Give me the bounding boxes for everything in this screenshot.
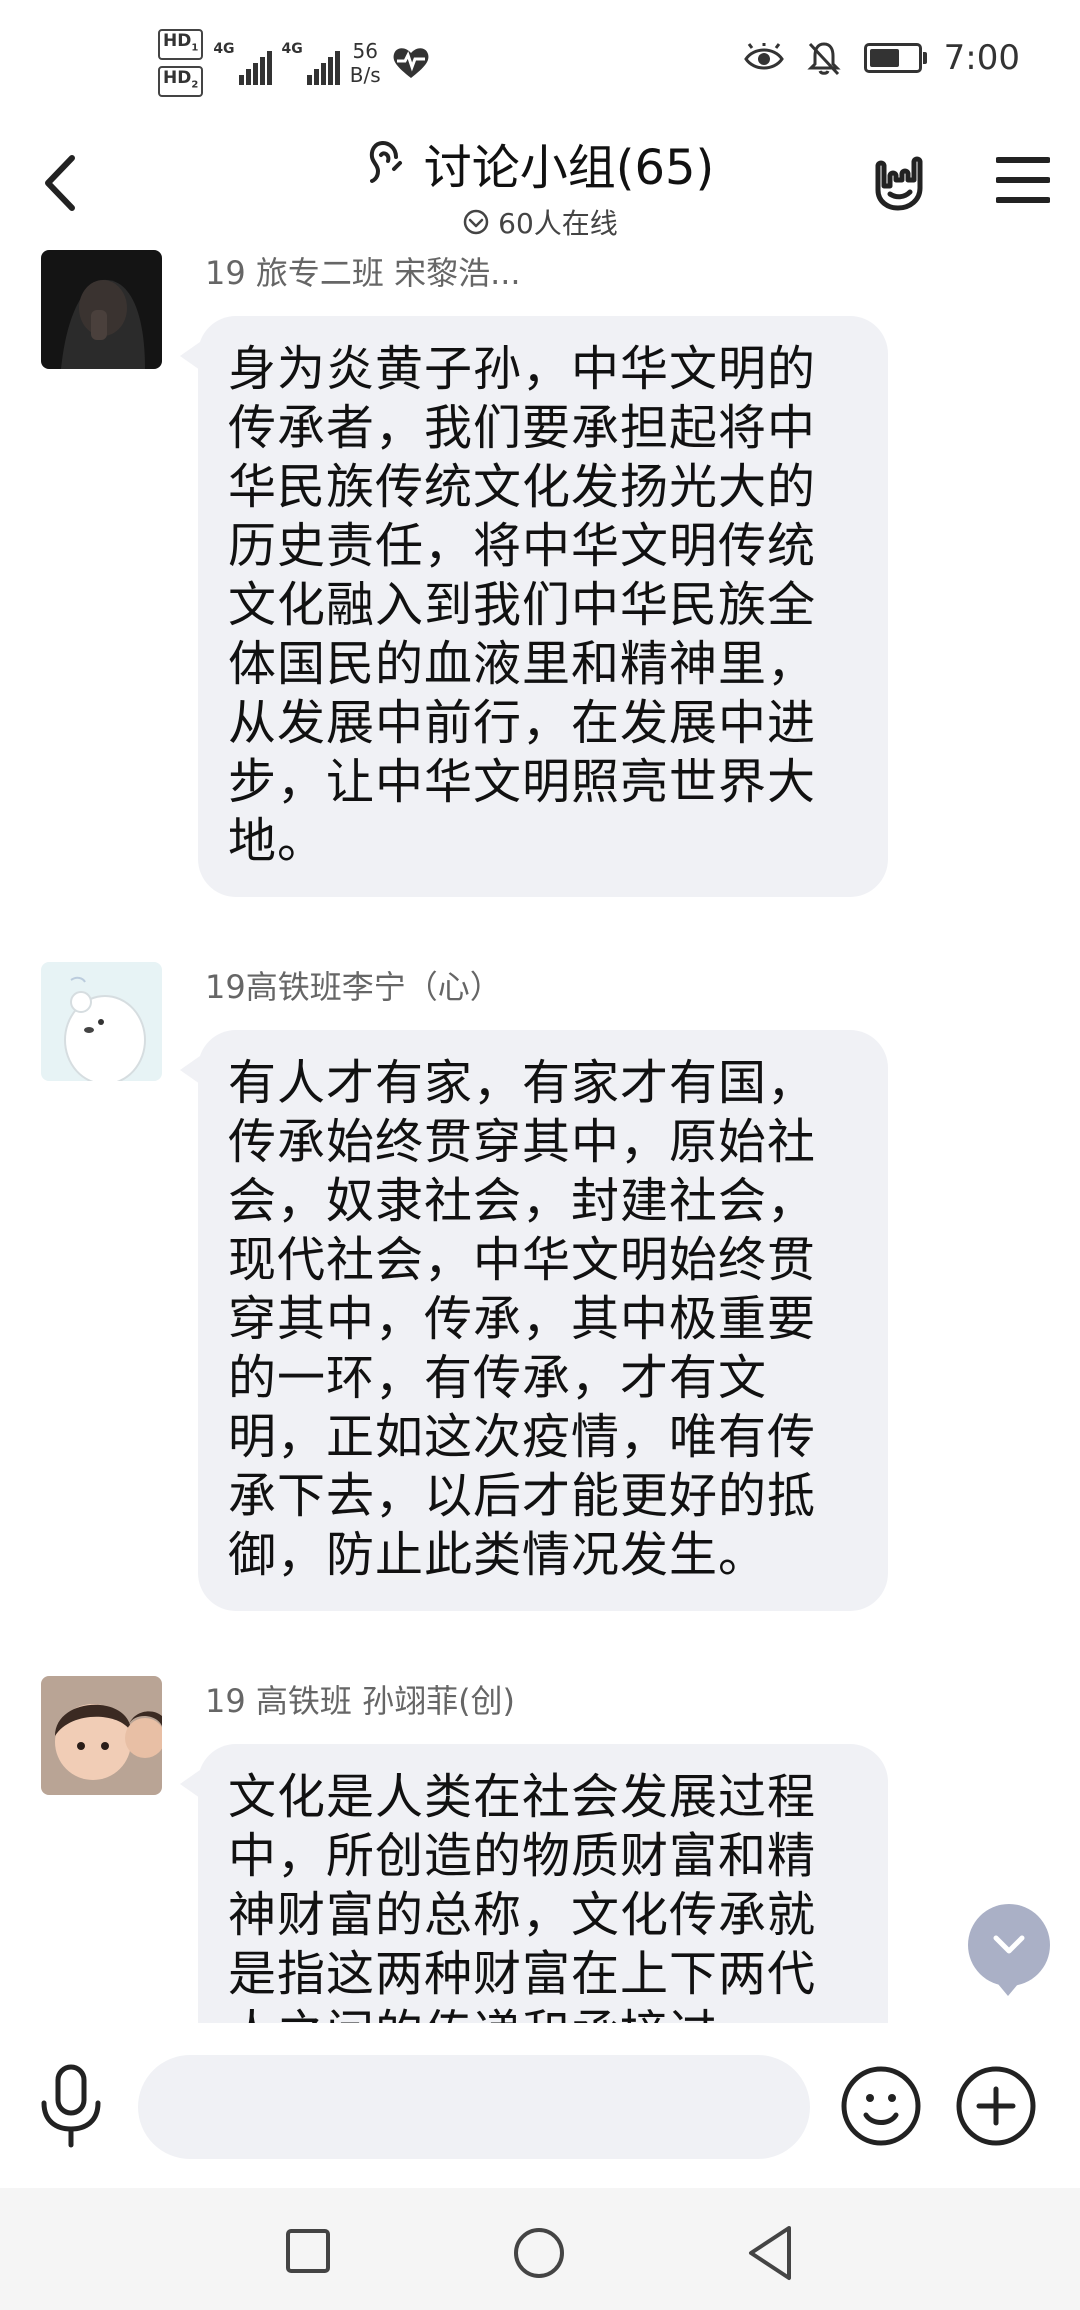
signal1-icon: 4G [213,41,272,85]
ear-icon [369,140,402,183]
message-bubble[interactable]: 身为炎黄子孙，中华文明的传承者，我们要承担起将中华民族传统文化发扬光大的历史责任… [180,316,888,897]
avatar[interactable] [41,1676,162,1795]
avatar[interactable] [41,250,162,369]
hand-gesture-icon[interactable] [862,146,932,216]
battery-fill [869,49,899,67]
menu-icon[interactable] [996,154,1050,206]
online-count: 60人在线 [498,207,618,240]
plus-icon[interactable] [955,2065,1037,2147]
title-bar: 讨论小组(65) 60人在线 [0,120,1080,248]
hd1-icon: HD1 [158,28,204,60]
battery-icon [863,43,927,73]
hd2-icon: HD2 [158,66,204,98]
recent-apps-icon[interactable] [285,2228,331,2274]
bell-off-icon [807,42,841,76]
eye-icon [743,43,784,70]
microphone-icon[interactable] [36,2063,106,2149]
message-bubble[interactable]: 有人才有家，有家才有国，传承始终贯穿其中，原始社会，奴隶社会，封建社会，现代社会… [180,1030,888,1611]
sender-name: 19高铁班李宁（心） [205,968,502,1006]
nav-back-icon[interactable] [745,2224,795,2282]
hd-indicators: HD1 HD2 [158,28,204,98]
net-speed: 56 B/s [349,39,381,87]
message-bubble[interactable]: 文化是人类在社会发展过程中，所创造的物质财富和精神财富的总称，文化传承就是指这两… [180,1744,888,2023]
heart-pulse-icon [393,48,429,78]
scroll-down-button[interactable] [968,1904,1050,1996]
status-right: 7:00 [743,38,1020,78]
chat-list[interactable]: 19 旅专二班 宋黎浩... 身为炎黄子孙，中华文明的传承者，我们要承担起将中华… [0,248,1080,2023]
status-bar: HD1 HD2 4G 4G 56 B/s 7:00 [0,0,1080,120]
status-left: HD1 HD2 4G 4G 56 B/s [158,28,431,98]
sender-name: 19 旅专二班 宋黎浩... [205,254,521,292]
sender-name: 19 高铁班 孙翊菲(创) [205,1682,516,1720]
title-row: 讨论小组(65) [366,128,715,198]
chevron-down-icon [993,1935,1025,1954]
check-circle-icon [463,209,489,235]
emoji-icon[interactable] [840,2065,922,2147]
message-input[interactable] [138,2055,810,2159]
system-nav-bar [0,2188,1080,2310]
avatar[interactable] [41,962,162,1081]
input-bar [0,2023,1080,2188]
page-title: 讨论小组(65) [423,140,715,196]
signal2-icon: 4G [282,41,340,85]
clock: 7:00 [943,38,1020,78]
home-icon[interactable] [512,2226,566,2280]
